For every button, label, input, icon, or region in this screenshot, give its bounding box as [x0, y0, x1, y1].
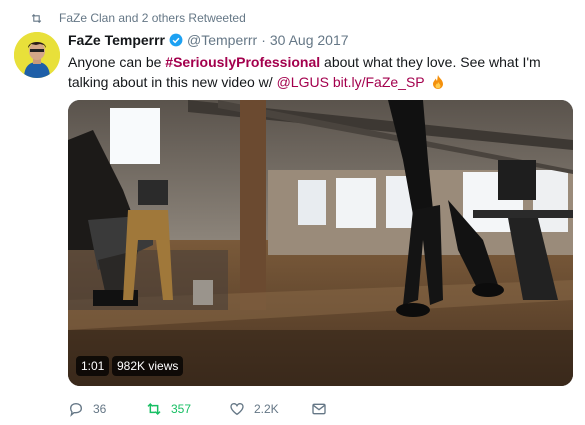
video-player[interactable]: 1:01 982K views — [68, 100, 573, 386]
video-duration-badge: 1:01 — [76, 356, 110, 376]
tweet-header: FaZe Temperrr @Temperrr · 30 Aug 2017 — [68, 32, 349, 48]
heart-icon — [230, 402, 244, 416]
envelope-icon — [312, 403, 326, 415]
retweet-icon — [147, 402, 161, 416]
reply-button[interactable]: 36 — [68, 401, 146, 417]
retweet-context-text: FaZe Clan and 2 others Retweeted — [59, 11, 246, 25]
hashtag-link[interactable]: #SeriouslyProfessional — [165, 54, 320, 70]
avatar[interactable] — [14, 32, 60, 78]
mention-link[interactable]: @LGUS — [277, 74, 329, 90]
fire-icon — [433, 75, 444, 89]
verified-badge-icon — [169, 33, 183, 47]
tweet-date[interactable]: 30 Aug 2017 — [270, 32, 349, 48]
retweet-button[interactable]: 357 — [146, 401, 229, 417]
reply-count: 36 — [93, 402, 107, 416]
reply-icon — [69, 402, 83, 417]
author-name[interactable]: FaZe Temperrr — [68, 32, 165, 48]
url-link[interactable]: bit.ly/FaZe_SP — [333, 74, 425, 90]
retweet-icon — [31, 13, 42, 23]
retweet-context[interactable]: FaZe Clan and 2 others Retweeted — [30, 9, 246, 27]
tweet-text: Anyone can be #SeriouslyProfessional abo… — [68, 52, 568, 92]
avatar-image — [14, 32, 60, 78]
video-thumbnail — [68, 100, 573, 386]
tweet-text-part-1: Anyone can be — [68, 54, 166, 70]
message-button[interactable] — [311, 401, 336, 417]
like-button[interactable]: 2.2K — [229, 401, 311, 417]
tweet-actions: 36 357 2.2K — [68, 399, 568, 419]
video-views-badge: 982K views — [112, 356, 184, 376]
author-handle[interactable]: @Temperrr — [187, 32, 257, 48]
like-count: 2.2K — [254, 402, 279, 416]
header-separator: · — [261, 32, 266, 48]
retweet-count: 357 — [171, 402, 192, 416]
